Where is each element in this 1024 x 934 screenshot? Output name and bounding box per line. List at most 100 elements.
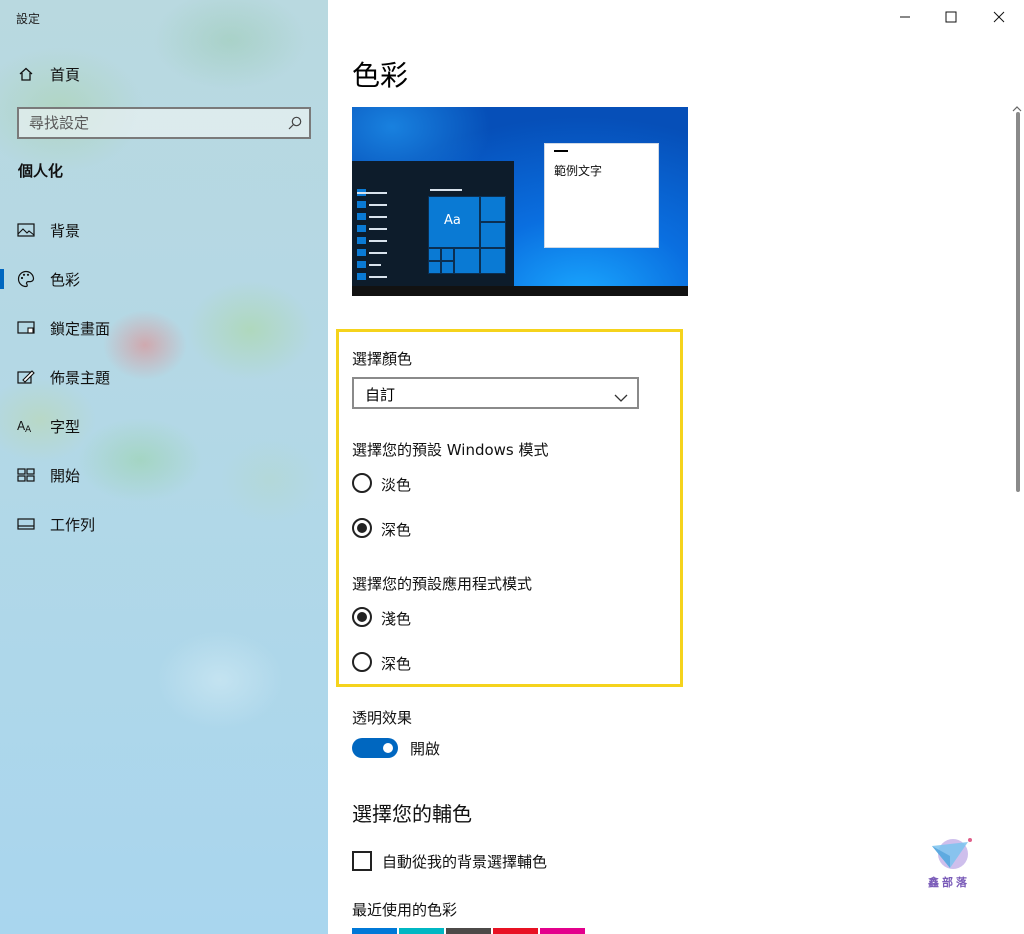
preview-list-line [369,276,387,278]
preview-list-marker [357,261,366,268]
recent-color-swatch[interactable] [540,928,585,934]
sidebar-item-lock-screen[interactable]: 鎖定畫面 [0,308,328,348]
preview-dark-start: Aa [352,161,514,286]
sidebar-item-label: 色彩 [50,270,81,289]
preview-list-line [369,228,387,230]
preview-list-line [369,240,387,242]
section-heading: 個人化 [18,162,64,180]
sidebar-item-taskbar[interactable]: 工作列 [0,504,328,544]
app-mode-dark-label[interactable]: 深色 [381,653,411,674]
preview-light-window: 範例文字 [544,143,659,248]
search-input[interactable] [19,109,269,137]
preview-tile [428,261,441,274]
preview-tile [480,196,506,222]
picture-icon [17,221,35,239]
app-mode-light-label[interactable]: 淺色 [381,608,411,629]
watermark-logo-icon [932,838,972,869]
preview-list-marker [357,201,366,208]
sidebar-item-background[interactable]: 背景 [0,210,328,250]
lock-screen-icon [17,319,35,337]
minimize-icon [900,16,910,18]
preview-list-marker [357,273,366,280]
sidebar-item-fonts[interactable]: AA 字型 [0,406,328,446]
theme-icon [17,368,35,386]
watermark: 鑫部落 [928,836,976,890]
sidebar: 設定 首頁 個人化 背景 色彩 鎖定畫面 佈景主題 [0,0,328,934]
sidebar-item-label: 佈景主題 [50,368,111,387]
choose-color-dropdown[interactable]: 自訂 [352,377,639,409]
preview-tile [480,248,506,274]
preview-list-marker [357,213,366,220]
close-icon [993,11,1005,23]
windows-mode-dark-label[interactable]: 深色 [381,519,411,540]
windows-mode-label: 選擇您的預設 Windows 模式 [352,441,549,459]
preview-header-line [430,189,462,191]
sidebar-item-home[interactable]: 首頁 [0,54,328,94]
palette-icon [17,270,35,288]
taskbar-icon [17,515,35,533]
close-button[interactable] [976,0,1022,34]
sidebar-item-label: 字型 [50,417,81,436]
recent-color-swatch[interactable] [493,928,538,934]
scroll-up-arrow[interactable] [1012,98,1022,112]
search-icon[interactable] [287,115,303,131]
app-mode-light-radio[interactable] [352,607,372,627]
preview-tile-large: Aa [428,196,480,248]
watermark-text: 鑫部落 [928,876,970,889]
sidebar-item-label: 首頁 [50,65,81,84]
app-mode-label: 選擇您的預設應用程式模式 [352,575,533,593]
auto-accent-label[interactable]: 自動從我的背景選擇輔色 [382,851,547,872]
toggle-knob [383,743,393,753]
preview-tile-text: Aa [444,213,461,228]
main-panel: 色彩 Aa 範例文字 選擇顏色 自訂 選擇您的預設 Windows 模式 淡色 … [328,0,1024,934]
maximize-button[interactable] [928,0,974,34]
recent-color-swatch[interactable] [399,928,444,934]
dropdown-value: 自訂 [365,386,396,404]
windows-mode-light-radio[interactable] [352,473,372,493]
preview-tile [441,261,454,274]
preview-list-line [369,252,387,254]
auto-accent-checkbox[interactable] [352,851,372,871]
recent-color-swatch[interactable] [352,928,397,934]
chevron-down-icon [614,388,628,402]
preview-list-line [369,204,387,206]
start-icon [17,466,35,484]
minimize-button[interactable] [882,0,928,34]
preview-list-marker [357,237,366,244]
transparency-toggle[interactable] [352,738,398,758]
color-preview: Aa 範例文字 [352,107,688,296]
search-box[interactable] [17,107,311,139]
sidebar-item-start[interactable]: 開始 [0,455,328,495]
preview-list-line [369,264,381,266]
preview-sample-text: 範例文字 [554,164,603,178]
home-icon [17,65,35,83]
sidebar-item-label: 鎖定畫面 [50,319,111,338]
app-mode-dark-radio[interactable] [352,652,372,672]
accent-heading: 選擇您的輔色 [352,802,472,826]
preview-window-bar [554,150,568,152]
windows-mode-dark-radio[interactable] [352,518,372,538]
preview-list-line [357,192,387,194]
sidebar-item-themes[interactable]: 佈景主題 [0,357,328,397]
sidebar-item-label: 開始 [50,466,81,485]
font-icon: AA [17,417,35,435]
scrollbar-thumb[interactable] [1016,112,1020,492]
recent-color-swatch[interactable] [446,928,491,934]
preview-tile [480,222,506,248]
recent-colors-label: 最近使用的色彩 [352,901,458,919]
maximize-icon [945,11,957,23]
window-title: 設定 [16,12,41,26]
sidebar-item-label: 背景 [50,221,81,240]
choose-color-label: 選擇顏色 [352,350,413,368]
transparency-state: 開啟 [410,740,441,758]
preview-list-marker [357,225,366,232]
sidebar-item-colors[interactable]: 色彩 [0,259,328,299]
sidebar-item-label: 工作列 [50,515,96,534]
preview-list-marker [357,249,366,256]
svg-text:A: A [25,425,32,434]
transparency-label: 透明效果 [352,709,413,727]
preview-taskbar [352,286,688,296]
windows-mode-light-label[interactable]: 淡色 [381,474,411,495]
selection-indicator [0,269,4,289]
preview-tile [441,248,454,261]
